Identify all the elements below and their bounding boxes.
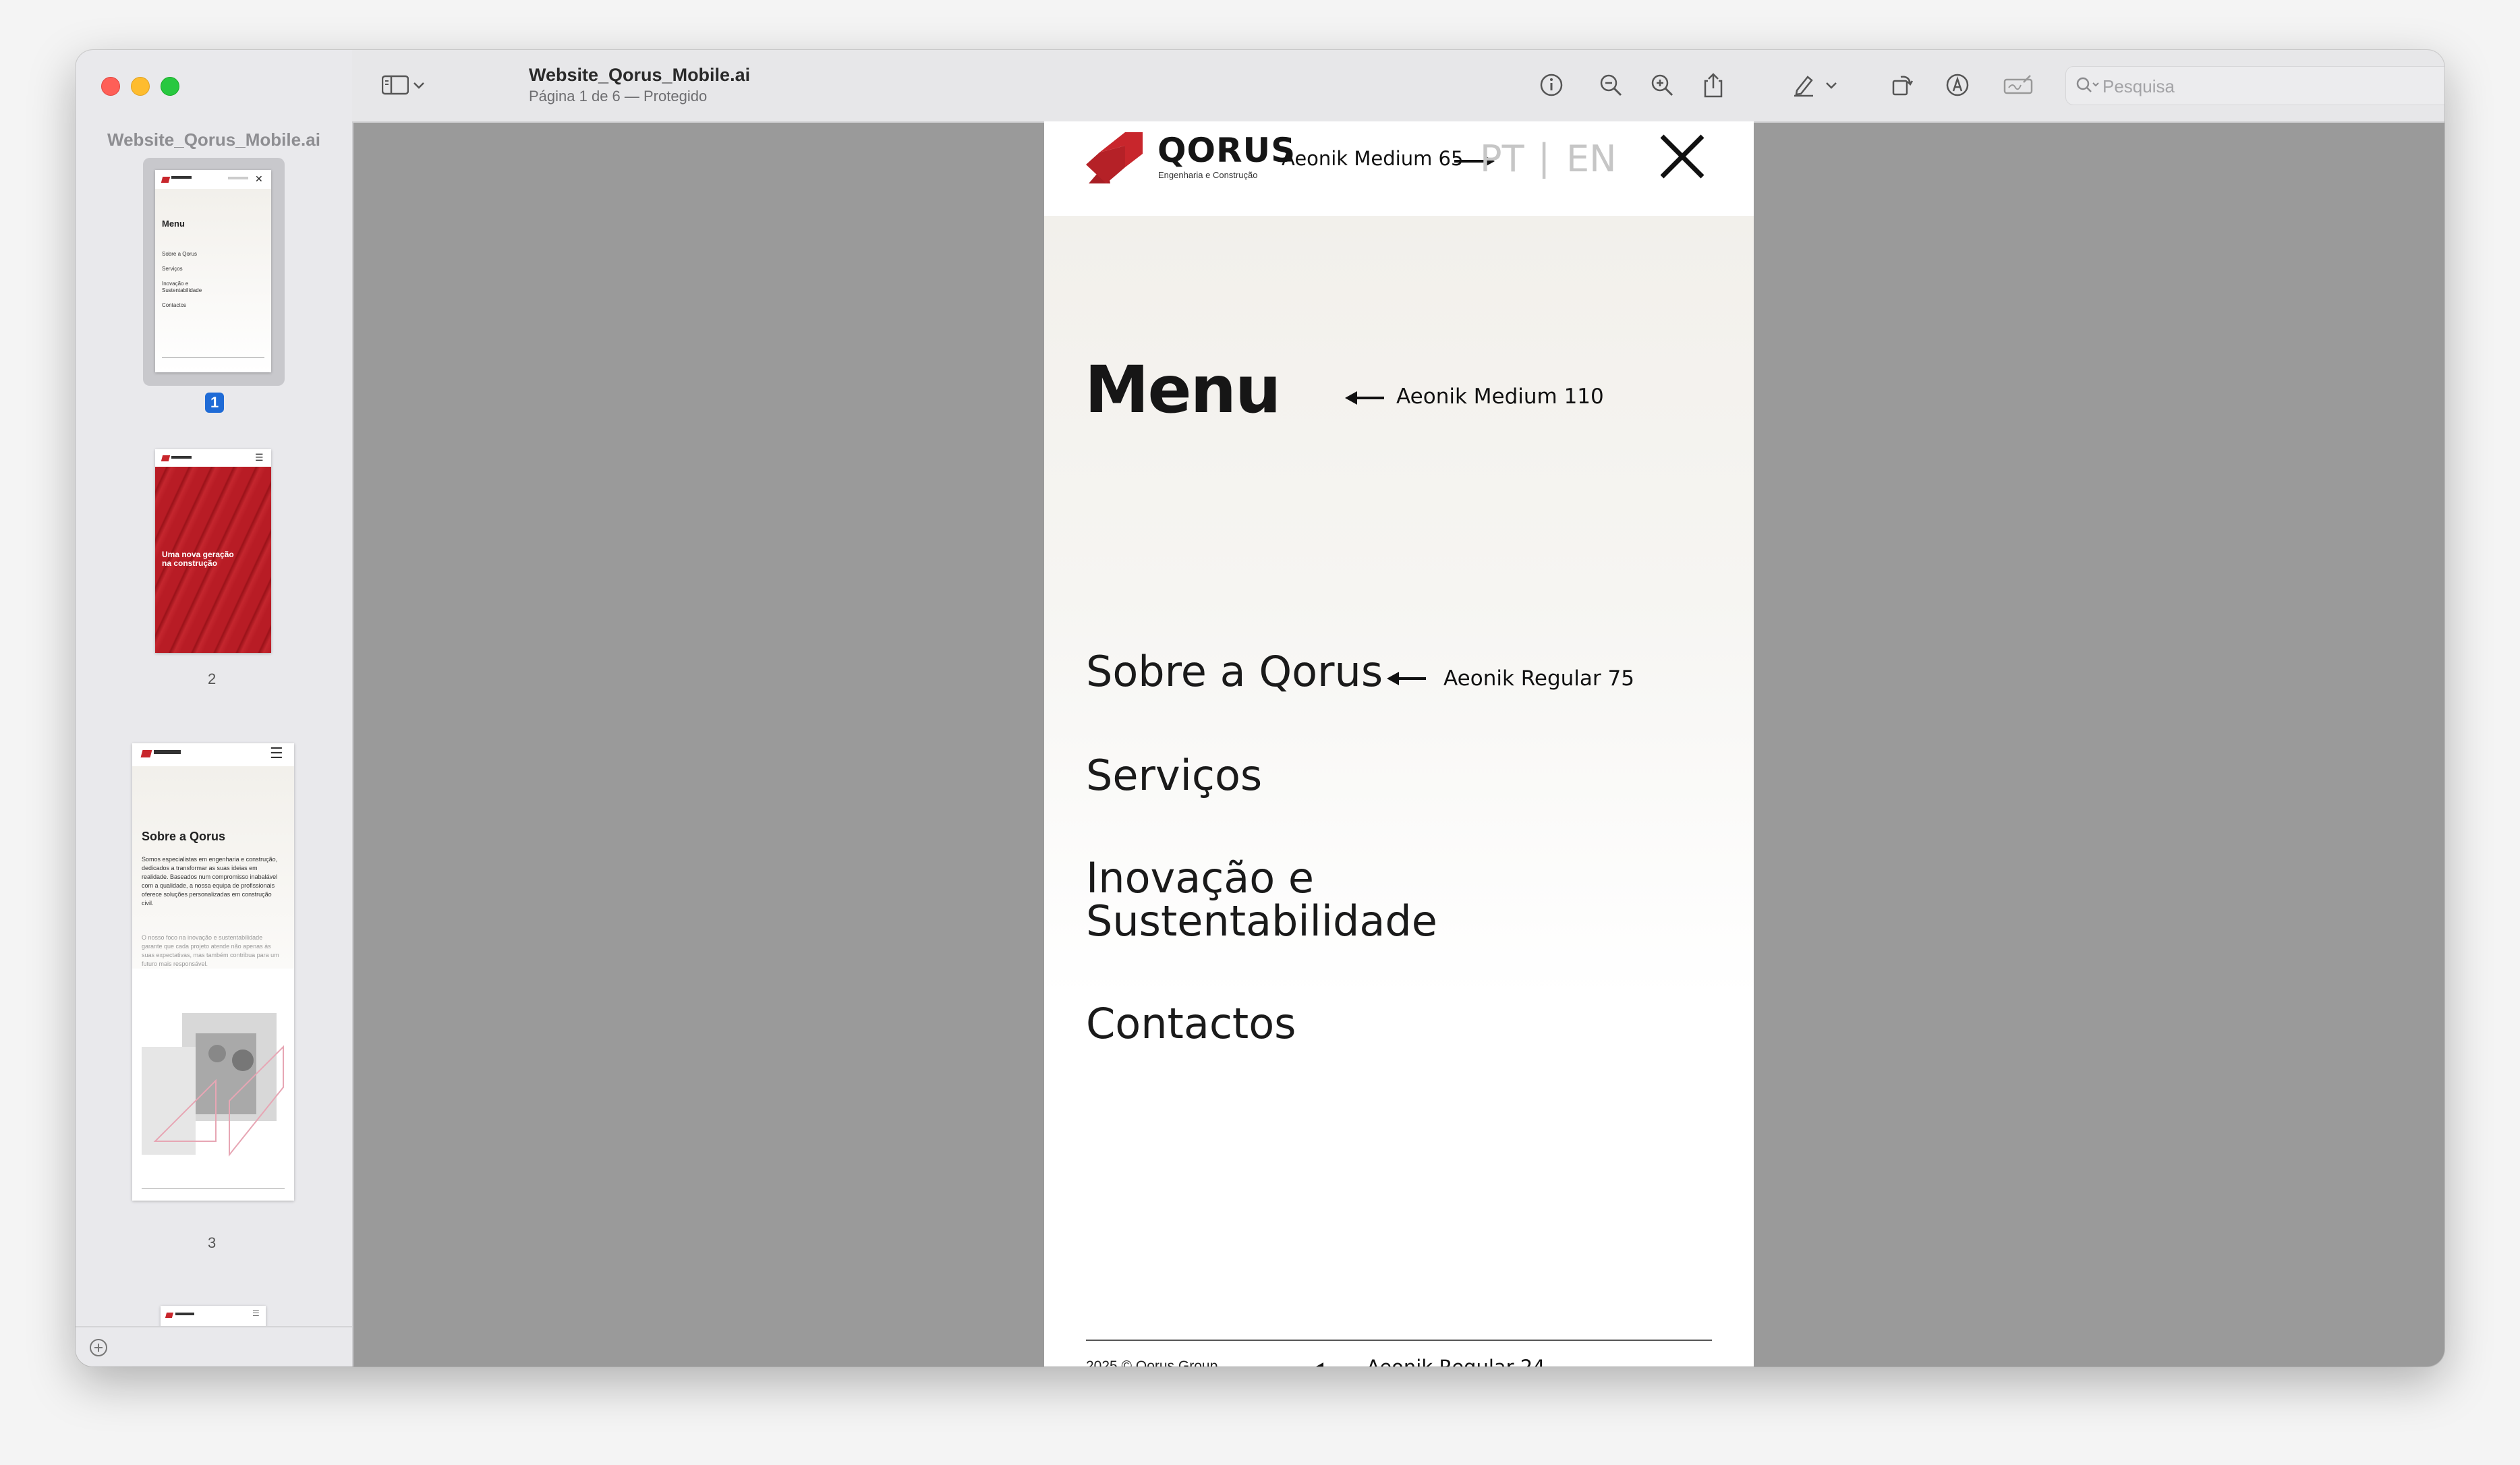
- share-icon: [1704, 73, 1723, 98]
- menu-item-contactos[interactable]: Contactos: [1086, 1002, 1296, 1045]
- markup-options-button[interactable]: [1821, 69, 1841, 101]
- close-icon: ✕: [255, 173, 263, 184]
- close-menu-icon[interactable]: [1659, 134, 1705, 179]
- arrow-left-icon: [1387, 672, 1426, 685]
- menu-item-servicos[interactable]: Serviços: [1086, 754, 1262, 797]
- share-button[interactable]: [1697, 69, 1729, 101]
- menu-item-inovacao[interactable]: Inovação e: [1086, 857, 1314, 900]
- logo-icon: [165, 1313, 174, 1318]
- thumb-divider: [162, 357, 264, 358]
- add-page-icon[interactable]: [89, 1338, 108, 1357]
- lang-switch-mini: [228, 177, 248, 179]
- sidebar-options-button[interactable]: [409, 69, 429, 101]
- info-icon: [1540, 74, 1563, 96]
- thumb-photo-collage: [142, 1013, 284, 1157]
- zoom-out-icon: [1600, 74, 1622, 96]
- thumb-hero-text: Uma nova geração na construção: [162, 550, 234, 568]
- annotate-icon: [1946, 74, 1969, 96]
- thumbnail-sidebar: Website_Qorus_Mobile.ai ✕ Menu Sobre a Q…: [76, 50, 353, 1367]
- logo-wordmark: [154, 750, 181, 754]
- lang-pt[interactable]: PT: [1480, 138, 1524, 180]
- document-subtitle: Página 1 de 6 — Protegido: [529, 88, 708, 105]
- window-controls: [101, 77, 179, 96]
- logo-wordmark: [171, 176, 192, 179]
- chevron-down-icon: [1826, 82, 1837, 89]
- document-title: Website_Qorus_Mobile.ai: [529, 65, 751, 85]
- markup-pen-button[interactable]: [1787, 69, 1820, 101]
- toolbar: Website_Qorus_Mobile.ai Página 1 de 6 — …: [352, 50, 2444, 123]
- page-thumbnail-3[interactable]: ☰ Sobre a Qorus Somos especialistas em e…: [132, 743, 294, 1201]
- annotation-menu-title: Aeonik Medium 110: [1396, 384, 1604, 409]
- annotation-menu-items: Aeonik Regular 75: [1443, 666, 1634, 691]
- logo-icon: [140, 750, 152, 757]
- thumb-paragraph-muted: O nosso foco na inovação e sustentabilid…: [142, 934, 279, 967]
- chevron-down-icon: [413, 82, 424, 89]
- zoom-window-button[interactable]: [161, 77, 179, 96]
- page-thumbnail-1[interactable]: ✕ Menu Sobre a Qorus Serviços Inovação e…: [155, 170, 271, 372]
- close-window-button[interactable]: [101, 77, 120, 96]
- page-number-badge: 1: [205, 393, 225, 413]
- logo-tagline: Engenharia e Construção: [1158, 170, 1258, 180]
- logo-wordmark: [175, 1313, 194, 1315]
- page-thumbnail-2[interactable]: ☰ Uma nova geração na construção: [155, 449, 271, 653]
- menu-title: Menu: [1085, 352, 1281, 428]
- page-number: 3: [208, 1234, 217, 1251]
- qorus-logo-icon: [1086, 132, 1143, 183]
- document-page: QORUS Engenharia e Construção Aeonik Med…: [1044, 121, 1754, 1367]
- sign-button[interactable]: [2002, 69, 2034, 101]
- sidebar-title: Website_Qorus_Mobile.ai: [107, 130, 320, 150]
- minimize-window-button[interactable]: [131, 77, 150, 96]
- sidebar-footer: [76, 1326, 352, 1367]
- hamburger-icon: ☰: [270, 745, 283, 762]
- hamburger-icon: ☰: [252, 1309, 260, 1318]
- zoom-out-button[interactable]: [1595, 69, 1627, 101]
- pen-icon: [1794, 76, 1813, 97]
- logo-wordmark: [171, 456, 192, 459]
- hamburger-icon: ☰: [255, 452, 264, 463]
- zoom-in-icon: [1651, 74, 1673, 96]
- annotation-footer: Aeonik Regular 24: [1367, 1356, 1545, 1367]
- menu-item-sustentabilidade[interactable]: Sustentabilidade: [1086, 900, 1437, 943]
- zoom-in-button[interactable]: [1646, 69, 1678, 101]
- logo-wordmark: QORUS: [1157, 131, 1296, 170]
- thumb-menu-item: Contactos: [162, 302, 187, 308]
- thumb-menu-item: Sobre a Qorus: [162, 251, 198, 257]
- signature-icon: [2003, 75, 2033, 94]
- rotate-icon: [1892, 76, 1914, 96]
- arrow-left-icon: [1345, 391, 1384, 405]
- preview-window: Website_Qorus_Mobile.ai ✕ Menu Sobre a Q…: [76, 50, 2444, 1367]
- thumb-paragraph: Somos especialistas em engenharia e cons…: [142, 856, 278, 907]
- search-placeholder: Pesquisa: [2102, 76, 2175, 96]
- sidebar-icon: [382, 75, 409, 95]
- thumb-menu-item: Inovação e: [162, 281, 189, 287]
- info-button[interactable]: [1535, 69, 1568, 101]
- thumb-menu-item: Serviços: [162, 266, 183, 272]
- thumb-heading: Sobre a Qorus: [142, 830, 226, 843]
- thumb-menu-title: Menu: [162, 219, 185, 229]
- page-number: 2: [208, 670, 217, 687]
- lang-separator: |: [1538, 136, 1551, 179]
- footer-divider: [1086, 1340, 1712, 1341]
- menu-item-sobre[interactable]: Sobre a Qorus: [1086, 650, 1383, 693]
- rotate-button[interactable]: [1886, 69, 1918, 101]
- annotate-button[interactable]: [1941, 69, 1974, 101]
- thumb-divider: [142, 1188, 285, 1189]
- search-field[interactable]: Pesquisa: [2065, 66, 2444, 105]
- logo-icon: [161, 177, 171, 183]
- search-icon: [2076, 77, 2099, 92]
- sidebar-toggle-button[interactable]: [379, 69, 411, 101]
- lang-en[interactable]: EN: [1566, 138, 1617, 180]
- annotation-header: Aeonik Medium 65: [1282, 147, 1464, 170]
- thumb-menu-item: Sustentabilidade: [162, 287, 202, 293]
- footer-copyright: 2025 © Qorus Group: [1086, 1358, 1218, 1367]
- arrow-left-icon: [1316, 1362, 1323, 1367]
